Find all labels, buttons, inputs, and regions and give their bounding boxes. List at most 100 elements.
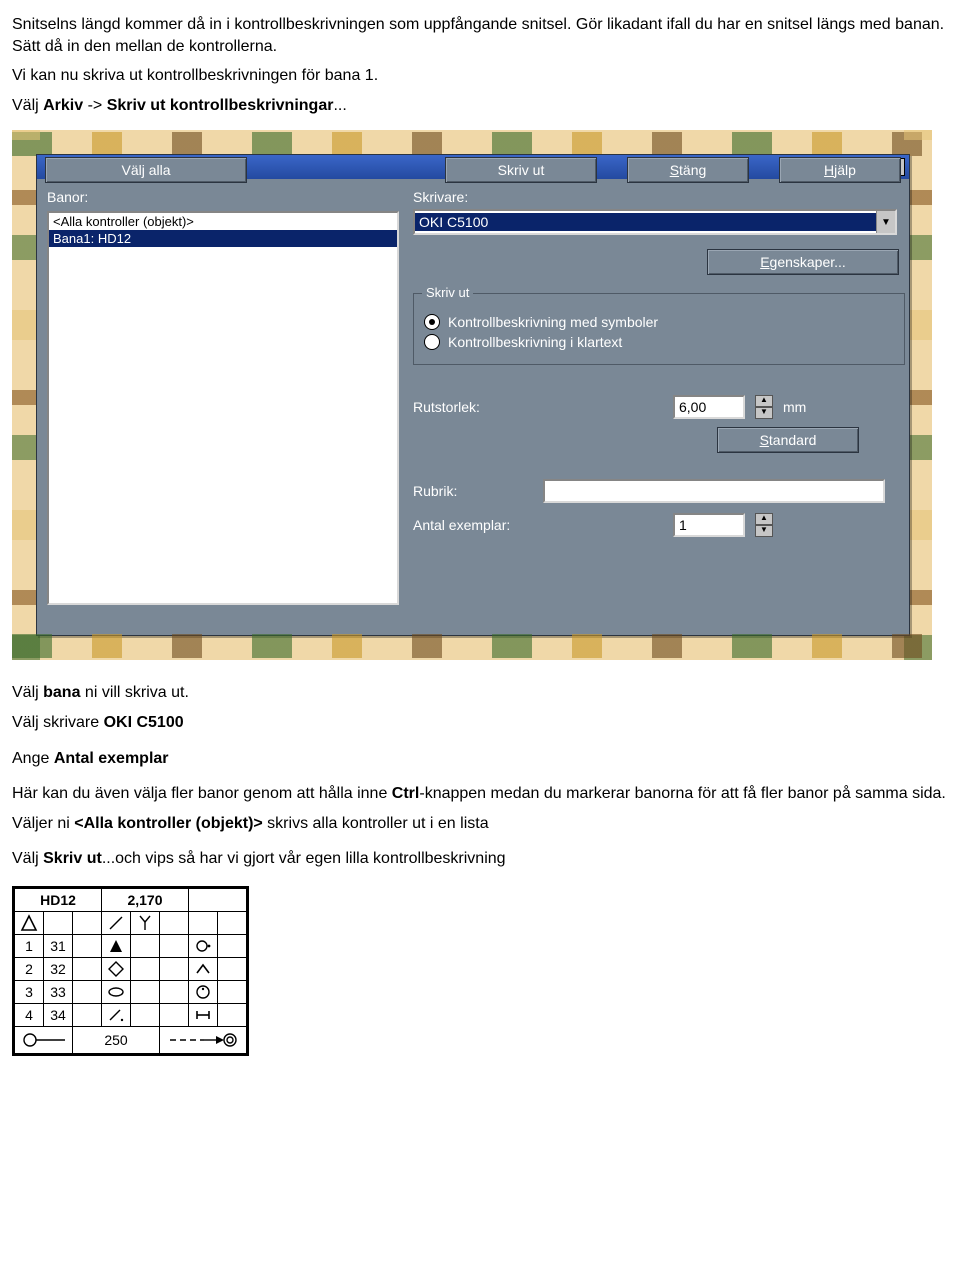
label-rubrik: Rubrik: <box>413 483 533 499</box>
text: -knappen medan du markerar banorna för a… <box>419 785 946 802</box>
printer-selected: OKI C5100 <box>415 213 876 231</box>
list-item[interactable]: <Alla kontroller (objekt)> <box>49 213 397 230</box>
label-rutstorlek: Rutstorlek: <box>413 399 663 415</box>
text: S <box>670 162 679 178</box>
ctrl-num: 3 <box>15 980 44 1003</box>
chevron-up-icon <box>194 960 212 978</box>
ctrl-code: 33 <box>44 980 73 1003</box>
text: S <box>760 432 769 448</box>
text: Välj <box>12 684 43 701</box>
ctrl-num: 4 <box>15 1003 44 1026</box>
print-type-group: Skriv ut Kontrollbeskrivning med symbole… <box>413 293 905 365</box>
doc-paragraph-5: Välj skrivare OKI C5100 <box>12 712 948 734</box>
text: Ange <box>12 750 54 767</box>
text: Här kan du även välja fler banor genom a… <box>12 785 392 802</box>
doc-paragraph-7: Här kan du även välja fler banor genom a… <box>12 783 948 805</box>
text: täng <box>679 162 706 178</box>
text: H <box>824 162 834 178</box>
text: Välj <box>12 97 43 114</box>
fork-icon <box>136 914 154 932</box>
h-bar-icon <box>194 1006 212 1024</box>
doc-paragraph-2: Vi kan nu skriva ut kontrollbeskrivninge… <box>12 65 948 87</box>
radio-icon <box>424 314 440 330</box>
courses-listbox[interactable]: <Alla kontroller (objekt)> Bana1: HD12 <box>47 211 399 605</box>
ctrl-dist: 2,170 <box>102 888 189 911</box>
properties-button[interactable]: Egenskaper... <box>707 249 899 275</box>
chevron-down-icon[interactable]: ▼ <box>755 525 773 537</box>
printer-dropdown[interactable]: OKI C5100 ▼ <box>413 209 897 235</box>
text: genskaper... <box>770 254 846 270</box>
chevron-down-icon[interactable]: ▼ <box>876 211 895 233</box>
doc-paragraph-3: Välj Arkiv -> Skriv ut kontrollbeskrivni… <box>12 95 948 117</box>
print-dialog: Skriv ut kontrollbeskrivningar × Banor: … <box>36 154 910 636</box>
menu-skriv-ut: Skriv ut kontrollbeskrivningar <box>107 97 334 114</box>
list-item[interactable]: Bana1: HD12 <box>49 230 397 247</box>
ctrl-blank <box>189 888 247 911</box>
text: Ctrl <box>392 785 420 802</box>
diamond-icon <box>107 960 125 978</box>
circle-dot-icon <box>194 937 212 955</box>
label-skrivare: Skrivare: <box>413 189 899 205</box>
foot-dist: 250 <box>73 1026 160 1053</box>
help-button[interactable]: Hjälp <box>779 157 901 183</box>
ellipse-icon <box>107 983 125 1001</box>
table-row: 250 <box>15 1026 247 1053</box>
menu-arkiv: Arkiv <box>43 97 83 114</box>
text: -> <box>83 97 107 114</box>
control-description-table: HD12 2,170 1 31 2 32 3 33 4 3 <box>12 886 249 1056</box>
start-triangle-icon <box>20 914 38 932</box>
table-row: 4 34 <box>15 1003 247 1026</box>
chevron-up-icon[interactable]: ▲ <box>755 513 773 525</box>
spinner[interactable]: ▲▼ <box>755 395 773 419</box>
radio-symbols[interactable]: Kontrollbeskrivning med symboler <box>424 314 894 330</box>
ctrl-num: 2 <box>15 957 44 980</box>
doc-paragraph-1: Snitselns längd kommer då in i kontrollb… <box>12 14 948 57</box>
ctrl-class: HD12 <box>15 888 102 911</box>
triangle-filled-icon <box>107 937 125 955</box>
ctrl-code: 32 <box>44 957 73 980</box>
close-button[interactable]: Stäng <box>627 157 749 183</box>
text: ni vill skriva ut. <box>80 684 188 701</box>
label-banor: Banor: <box>47 189 88 205</box>
text: <Alla kontroller (objekt)> <box>74 815 262 832</box>
text: Antal exemplar <box>54 750 169 767</box>
circle-dot2-icon <box>194 983 212 1001</box>
text: OKI C5100 <box>104 714 184 731</box>
doc-paragraph-4: Välj bana ni vill skriva ut. <box>12 682 948 704</box>
spinner[interactable]: ▲▼ <box>755 513 773 537</box>
text: E <box>760 254 769 270</box>
label-antal: Antal exemplar: <box>413 517 663 533</box>
rubrik-input[interactable] <box>543 479 885 503</box>
ctrl-num: 1 <box>15 934 44 957</box>
radio-plaintext[interactable]: Kontrollbeskrivning i klartext <box>424 334 894 350</box>
text: jälp <box>834 162 856 178</box>
group-legend: Skriv ut <box>422 285 473 300</box>
doc-paragraph-8: Väljer ni <Alla kontroller (objekt)> skr… <box>12 813 948 835</box>
radio-label: Kontrollbeskrivning i klartext <box>448 334 622 350</box>
rutstorlek-input[interactable]: 6,00 <box>673 395 745 419</box>
text: ...och vips så har vi gjort vår egen lil… <box>102 850 506 867</box>
print-button[interactable]: Skriv ut <box>445 157 597 183</box>
radio-icon <box>424 334 440 350</box>
chevron-up-icon[interactable]: ▲ <box>755 395 773 407</box>
antal-input[interactable]: 1 <box>673 513 745 537</box>
text: tandard <box>769 432 816 448</box>
text: ... <box>333 97 346 114</box>
circle-dash-icon <box>21 1031 67 1049</box>
table-row <box>15 911 247 934</box>
text: Väljer ni <box>12 815 74 832</box>
label-mm: mm <box>783 399 806 415</box>
doc-paragraph-6: Ange Antal exemplar <box>12 748 948 770</box>
text: Skriv ut <box>43 850 102 867</box>
table-row: 1 31 <box>15 934 247 957</box>
ctrl-code: 31 <box>44 934 73 957</box>
select-all-button[interactable]: Välj alla <box>45 157 247 183</box>
radio-label: Kontrollbeskrivning med symboler <box>448 314 658 330</box>
text: Välj skrivare <box>12 714 104 731</box>
chevron-down-icon[interactable]: ▼ <box>755 407 773 419</box>
standard-button[interactable]: Standard <box>717 427 859 453</box>
text: Välj <box>12 850 43 867</box>
dash-to-finish-icon <box>168 1031 238 1049</box>
dash-dot-icon <box>107 1006 125 1024</box>
ctrl-code: 34 <box>44 1003 73 1026</box>
